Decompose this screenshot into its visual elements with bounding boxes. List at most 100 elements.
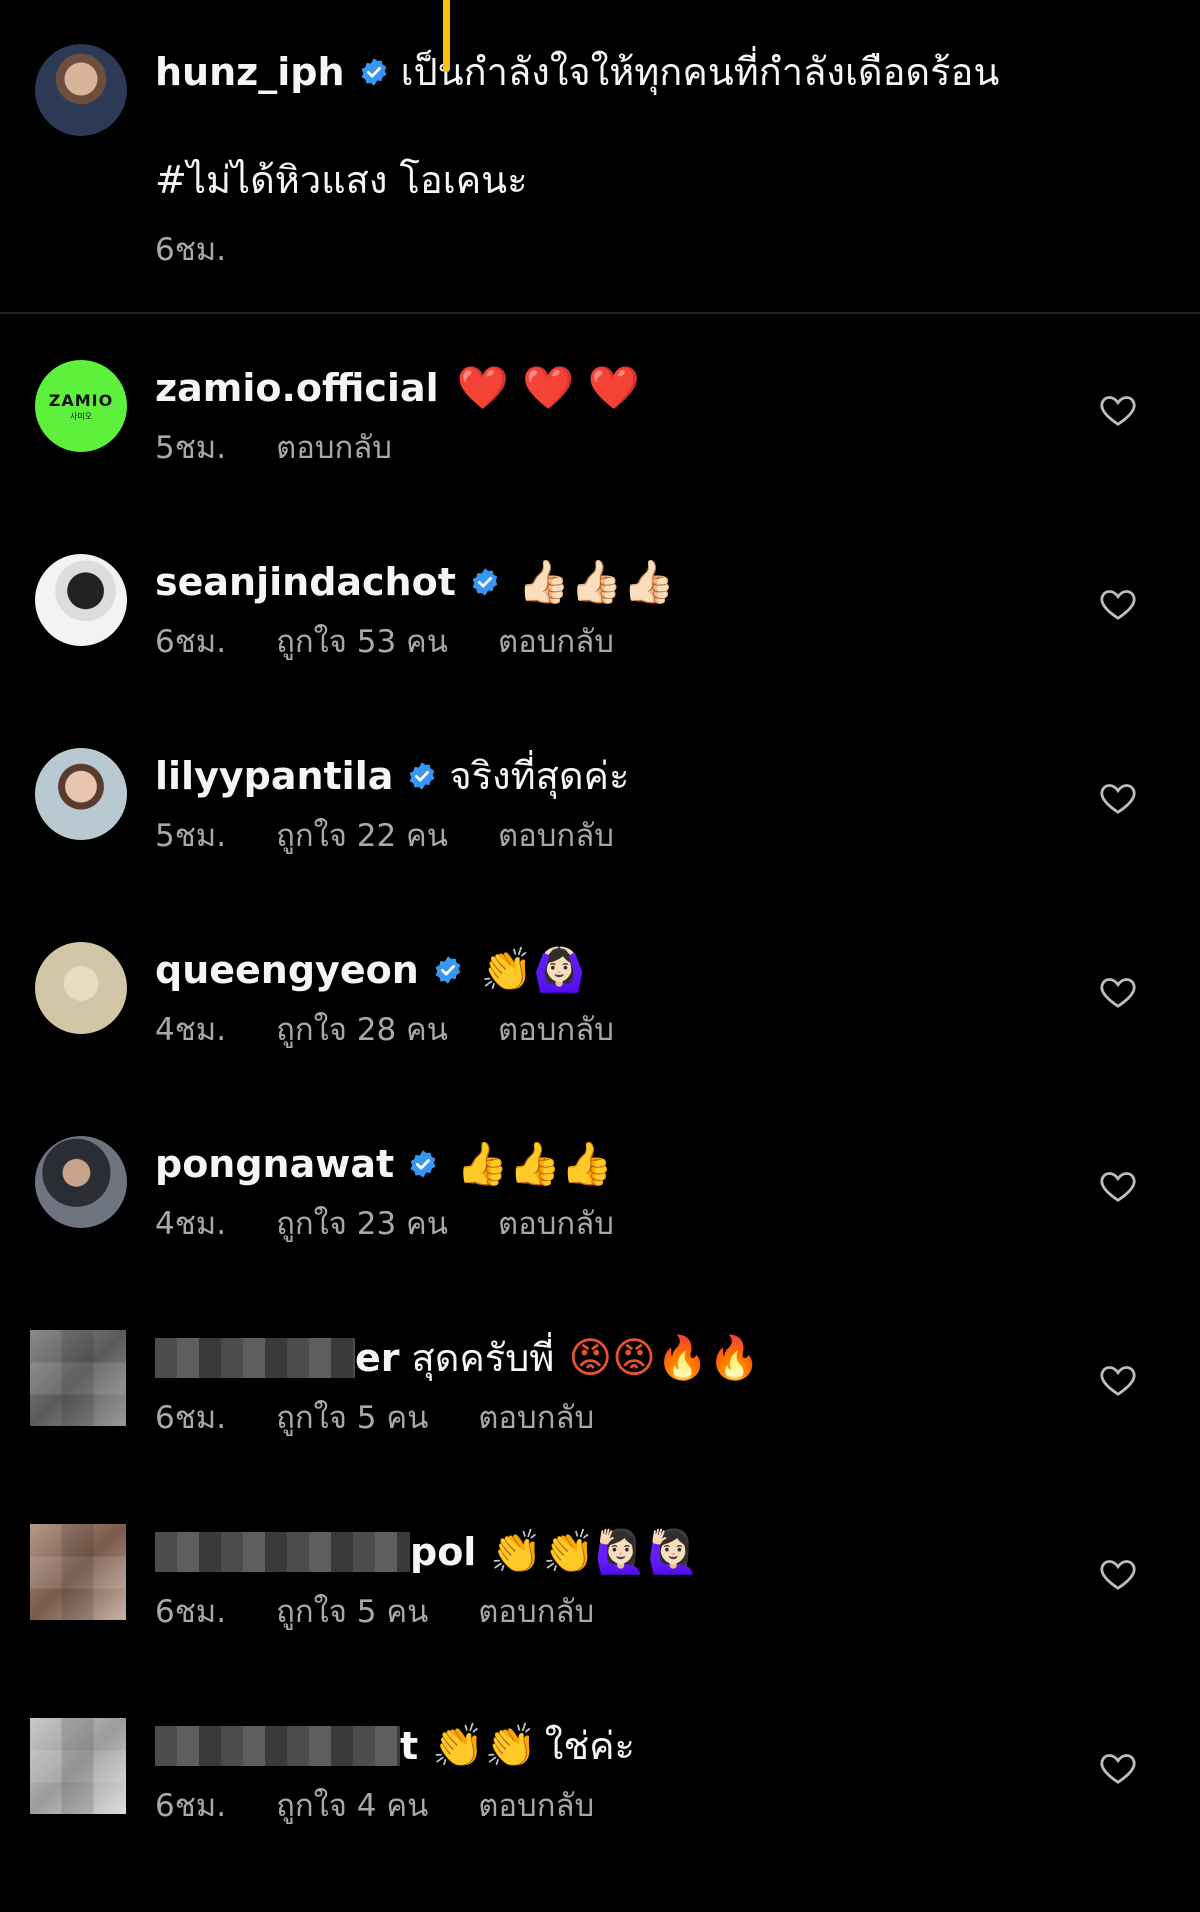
comment-row: queengyeon 👏🙆🏻‍♀️ 4ชม. ถูกใจ 28 คน ตอบกลับ (0, 942, 1200, 1136)
comment-line: pongnawat 👍👍👍 (155, 1136, 613, 1192)
avatar-logo-text: ZAMIO (48, 390, 114, 410)
comment-row: seanjindachot 👍🏻👍🏻👍🏻 6ชม. ถูกใจ 53 คน ตอบก… (0, 554, 1200, 748)
redacted-username-block (155, 1338, 355, 1378)
verified-badge-icon (472, 568, 498, 596)
caption-username[interactable]: hunz_iph (155, 44, 345, 100)
comment-line: lilyypantila จริงที่สุดค่ะ (155, 748, 629, 804)
heart-outline-icon[interactable] (1098, 778, 1138, 818)
comment-row: t 👏👏 ใช่ค่ะ 6ชม. ถูกใจ 4 คน ตอบกลับ (0, 1718, 1200, 1912)
reply-button[interactable]: ตอบกลับ (478, 1594, 594, 1630)
comment-line: t 👏👏 ใช่ค่ะ (155, 1718, 635, 1774)
caption-time: 6ชม. (155, 232, 227, 268)
comment-emoji: 👏🙆🏻‍♀️ (480, 945, 586, 994)
comment-row: pongnawat 👍👍👍 4ชม. ถูกใจ 23 คน ตอบกลับ (0, 1136, 1200, 1330)
comment-meta: 4ชม. ถูกใจ 23 คน ตอบกลับ (155, 1202, 664, 1246)
comment-emoji: 👍🏻👍🏻👍🏻 (517, 557, 675, 606)
comment-row: pol 👏👏🙋🏻‍♀️🙋🏻‍♀️ 6ชม. ถูกใจ 5 คน ตอบกลับ (0, 1524, 1200, 1718)
comment-avatar[interactable] (35, 554, 127, 646)
comment-time: 5ชม. (155, 818, 227, 854)
comment-meta: 6ชม. ถูกใจ 5 คน ตอบกลับ (155, 1396, 644, 1440)
comment-time: 4ชม. (155, 1206, 227, 1242)
comment-username[interactable]: pol (410, 1524, 476, 1580)
comment-meta: 5ชม. ตอบกลับ (155, 426, 442, 470)
reply-button[interactable]: ตอบกลับ (498, 1206, 614, 1242)
comment-likes[interactable]: ถูกใจ 28 คน (276, 1012, 448, 1048)
caption-line: hunz_iph เป็นกำลังใจให้ทุกคนที่กำลังเดือ… (155, 44, 999, 100)
comment-row: lilyypantila จริงที่สุดค่ะ 5ชม. ถูกใจ 22 … (0, 748, 1200, 942)
comment-username[interactable]: lilyypantila (155, 748, 393, 804)
heart-outline-icon[interactable] (1098, 1360, 1138, 1400)
comment-row: ZAMIO 사미오 zamio.official ❤️ ❤️ ❤️ 5ชม. ตอ… (0, 360, 1200, 554)
verified-badge-icon (435, 956, 461, 984)
comment-avatar[interactable] (35, 748, 127, 840)
reply-button[interactable]: ตอบกลับ (498, 624, 614, 660)
comment-username[interactable]: seanjindachot (155, 554, 456, 610)
comment-time: 6ชม. (155, 624, 227, 660)
comment-avatar-blurred[interactable] (30, 1330, 126, 1426)
comment-likes[interactable]: ถูกใจ 4 คน (276, 1788, 428, 1824)
comment-avatar-blurred[interactable] (30, 1524, 126, 1620)
comment-username[interactable]: zamio.official (155, 360, 439, 416)
comment-time: 5ชม. (155, 430, 227, 466)
comment-username[interactable]: pongnawat (155, 1136, 394, 1192)
comment-emoji: 😡😡🔥🔥 (568, 1333, 761, 1382)
comment-line: queengyeon 👏🙆🏻‍♀️ (155, 942, 585, 998)
comment-line: zamio.official ❤️ ❤️ ❤️ (155, 360, 640, 416)
comment-meta: 4ชม. ถูกใจ 28 คน ตอบกลับ (155, 1008, 664, 1052)
redacted-username-block (155, 1532, 410, 1572)
comment-text: จริงที่สุดค่ะ (449, 754, 630, 798)
comment-emoji: 👍👍👍 (456, 1139, 614, 1188)
heart-outline-icon[interactable] (1098, 1748, 1138, 1788)
comment-line: er สุดครับพี่ 😡😡🔥🔥 (155, 1330, 761, 1386)
redacted-username-block (155, 1726, 400, 1766)
comment-avatar-blurred[interactable] (30, 1718, 126, 1814)
comment-likes[interactable]: ถูกใจ 22 คน (276, 818, 448, 854)
comment-likes[interactable]: ถูกใจ 23 คน (276, 1206, 448, 1242)
comment-time: 6ชม. (155, 1594, 227, 1630)
comment-likes[interactable]: ถูกใจ 53 คน (276, 624, 448, 660)
comment-emoji: 👏👏 (432, 1721, 537, 1770)
avatar-logo-subtext: 사미오 (69, 411, 93, 421)
comment-time: 4ชม. (155, 1012, 227, 1048)
comment-meta: 6ชม. ถูกใจ 4 คน ตอบกลับ (155, 1784, 644, 1828)
heart-outline-icon[interactable] (1098, 584, 1138, 624)
comment-username[interactable]: queengyeon (155, 942, 419, 998)
comment-likes[interactable]: ถูกใจ 5 คน (276, 1594, 428, 1630)
comment-line: pol 👏👏🙋🏻‍♀️🙋🏻‍♀️ (155, 1524, 700, 1580)
comment-username[interactable]: er (355, 1330, 400, 1386)
reply-button[interactable]: ตอบกลับ (276, 430, 392, 466)
post-caption: hunz_iph เป็นกำลังใจให้ทุกคนที่กำลังเดือ… (0, 0, 1200, 312)
verified-badge-icon (410, 1150, 436, 1178)
highlight-marker (443, 0, 450, 72)
comment-text: สุดครับพี่ (411, 1336, 555, 1380)
comment-meta: 6ชม. ถูกใจ 5 คน ตอบกลับ (155, 1590, 644, 1634)
caption-hashtag[interactable]: #ไม่ได้หิวแสง โอเคนะ (155, 152, 528, 208)
reply-button[interactable]: ตอบกลับ (478, 1400, 594, 1436)
verified-badge-icon (410, 762, 435, 790)
comment-likes[interactable]: ถูกใจ 5 คน (276, 1400, 428, 1436)
caption-avatar[interactable] (35, 44, 127, 136)
comment-avatar[interactable] (35, 1136, 127, 1228)
comment-text: ใช่ค่ะ (544, 1724, 635, 1768)
reply-button[interactable]: ตอบกลับ (478, 1788, 594, 1824)
comment-avatar[interactable]: ZAMIO 사미오 (35, 360, 127, 452)
comment-emoji: ❤️ ❤️ ❤️ (456, 363, 641, 412)
comment-meta: 5ชม. ถูกใจ 22 คน ตอบกลับ (155, 814, 664, 858)
heart-outline-icon[interactable] (1098, 972, 1138, 1012)
caption-text: เป็นกำลังใจให้ทุกคนที่กำลังเดือดร้อน (400, 50, 1000, 94)
comment-line: seanjindachot 👍🏻👍🏻👍🏻 (155, 554, 675, 610)
comment-avatar[interactable] (35, 942, 127, 1034)
comment-row: er สุดครับพี่ 😡😡🔥🔥 6ชม. ถูกใจ 5 คน ตอบกลับ (0, 1330, 1200, 1524)
caption-divider (0, 312, 1200, 314)
heart-outline-icon[interactable] (1098, 1166, 1138, 1206)
comment-meta: 6ชม. ถูกใจ 53 คน ตอบกลับ (155, 620, 664, 664)
comment-time: 6ชม. (155, 1788, 227, 1824)
heart-outline-icon[interactable] (1098, 390, 1138, 430)
reply-button[interactable]: ตอบกลับ (498, 818, 614, 854)
reply-button[interactable]: ตอบกลับ (498, 1012, 614, 1048)
verified-badge-icon (361, 58, 386, 86)
comment-username[interactable]: t (400, 1718, 418, 1774)
comment-time: 6ชม. (155, 1400, 227, 1436)
heart-outline-icon[interactable] (1098, 1554, 1138, 1594)
comment-emoji: 👏👏🙋🏻‍♀️🙋🏻‍♀️ (490, 1527, 700, 1576)
